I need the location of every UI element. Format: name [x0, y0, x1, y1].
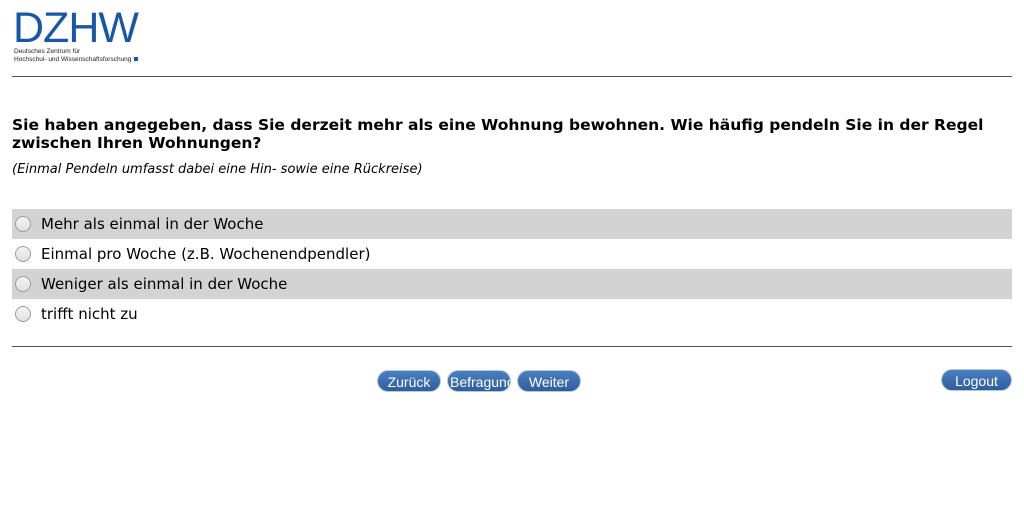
- logo-subtitle: Deutsches Zentrum für Hochschul- und Wis…: [14, 48, 138, 64]
- radio-button[interactable]: [15, 246, 31, 262]
- header-divider: [12, 76, 1012, 77]
- option-trifft-nicht-zu[interactable]: trifft nicht zu: [12, 299, 1012, 329]
- option-weniger-als-einmal[interactable]: Weniger als einmal in der Woche: [12, 269, 1012, 299]
- option-mehr-als-einmal[interactable]: Mehr als einmal in der Woche: [12, 209, 1012, 239]
- logo-wordmark: DZHW: [13, 4, 139, 52]
- radio-button[interactable]: [15, 216, 31, 232]
- next-button[interactable]: Weiter: [517, 370, 581, 392]
- footer-divider: [12, 346, 1012, 347]
- logout-button[interactable]: Logout: [941, 369, 1012, 391]
- option-label: Mehr als einmal in der Woche: [41, 215, 264, 233]
- answer-options: Mehr als einmal in der Woche Einmal pro …: [12, 209, 1012, 329]
- option-label: Einmal pro Woche (z.B. Wochenendpendler): [41, 245, 371, 263]
- survey-page: DZHW Deutsches Zentrum für Hochschul- un…: [0, 0, 1024, 505]
- logo-subtitle-line1: Deutsches Zentrum für: [14, 48, 81, 55]
- option-einmal-pro-woche[interactable]: Einmal pro Woche (z.B. Wochenendpendler): [12, 239, 1012, 269]
- logo-subtitle-line2: Hochschul- und Wissenschaftsforschung: [14, 56, 138, 64]
- radio-button[interactable]: [15, 306, 31, 322]
- back-button[interactable]: Zurück: [377, 370, 441, 392]
- option-label: trifft nicht zu: [41, 305, 138, 323]
- radio-button[interactable]: [15, 276, 31, 292]
- option-label: Weniger als einmal in der Woche: [41, 275, 288, 293]
- survey-button[interactable]: Befragung: [447, 370, 511, 392]
- dzhw-logo: DZHW Deutsches Zentrum für Hochschul- un…: [13, 4, 148, 68]
- question-text: Sie haben angegeben, dass Sie derzeit me…: [12, 116, 984, 152]
- question-hint: (Einmal Pendeln umfasst dabei eine Hin- …: [12, 162, 423, 177]
